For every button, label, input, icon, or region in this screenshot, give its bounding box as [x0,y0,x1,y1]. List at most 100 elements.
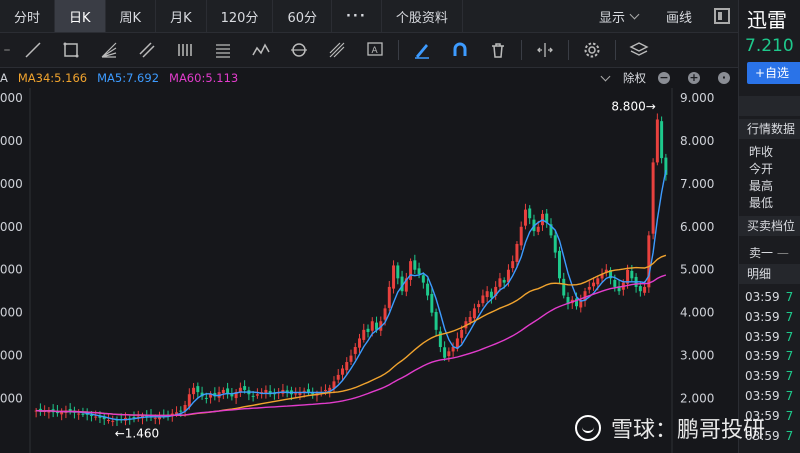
tick-price: 7 [785,290,794,304]
y-tick-label-left: .000 [0,263,23,277]
tab-intraday[interactable]: 分时 [0,0,56,32]
tick-price: 7 [785,329,794,344]
tick-price: 7 [785,369,794,384]
tick-row: 03:59 7 [745,369,793,383]
candle-body [643,286,647,293]
candle-body [498,278,502,287]
plus-icon[interactable]: + [688,72,700,84]
fib-tool-icon[interactable] [204,35,242,65]
tab-120min[interactable]: 120分 [207,0,274,32]
y-tick-label-left: .000 [0,177,23,191]
wave-tool-icon[interactable] [242,35,280,65]
magnet-icon[interactable] [441,35,479,65]
tab-weekly-k[interactable]: 周K [106,0,157,32]
candle-body [515,243,519,262]
y-tick-label-right: 6.000 [680,220,714,234]
candle-body [485,291,489,298]
draw-line-button[interactable]: 画线 [652,0,706,32]
cycle-tool-icon[interactable] [280,35,318,65]
candle-body [306,389,310,393]
tick-time: 03:59 [745,389,780,403]
candle-body [481,295,485,304]
quote-prev-close: 昨收 [749,145,774,159]
adjust-label[interactable]: 除权 [623,70,646,86]
quote-high: 最高 [749,179,774,193]
candle-body [94,416,98,418]
tick-price: 7 [785,309,794,324]
candle-body [294,393,298,395]
tick-time: 03:59 [745,329,780,344]
tab-company-info[interactable]: 个股资料 [382,0,463,32]
tick-time: 03:59 [745,309,780,324]
gear-icon[interactable] [573,35,611,65]
tick-price: 7 [785,428,794,443]
toolbar-divider [521,40,522,60]
split-icon[interactable] [526,35,564,65]
stock-sidebar: 迅雷 7.210 +自选 行情数据 昨收 今开 最高 最低 买卖档位 卖一 明细… [738,0,800,453]
candle-body [511,261,515,269]
gann-tool-icon[interactable] [318,35,356,65]
quote-header: 行情数据 [739,119,800,139]
candle-body [243,386,247,390]
toolbar-divider [568,40,569,60]
quote-open: 今开 [749,162,774,176]
candle-body [345,362,349,371]
parallel-tool-icon[interactable] [128,35,166,65]
candle-body [413,260,417,270]
window-toggle-icon[interactable] [714,8,730,24]
y-tick-label-left: .000 [0,220,23,234]
candle-body [430,294,434,313]
drawing-toolbar: A [0,33,738,68]
kline-chart[interactable]: 9.000 8.000 7.000 6.000 5.000 4.000 3.000 2.000… [0,88,738,453]
collapse-arrow-icon[interactable] [0,35,14,65]
tab-monthly-k[interactable]: 月K [156,0,207,32]
candle-body [111,420,115,422]
chevron-down-icon[interactable] [600,71,611,81]
candle-body [204,397,208,399]
rectangle-tool-icon[interactable] [52,35,90,65]
fan-tool-icon[interactable] [90,35,128,65]
trash-icon[interactable] [479,35,517,65]
candle-body [536,226,540,232]
tab-60min[interactable]: 60分 [273,0,332,32]
candle-body [387,286,391,308]
legend-prefix: A [0,71,8,85]
settings-icon[interactable]: · [718,72,730,84]
y-tick-label-right: 8.000 [680,134,714,148]
candle-body [660,121,664,159]
pen-icon[interactable] [403,35,441,65]
bars-tool-icon[interactable] [166,35,204,65]
text-tool-icon[interactable]: A [356,35,394,65]
line-tool-icon[interactable] [14,35,52,65]
watermark-text: 雪球：鹏哥投研 [611,418,766,443]
layers-icon[interactable] [620,35,658,65]
ma34-line [36,254,667,417]
candle-body [358,338,361,348]
candle-body [447,351,451,357]
candle-body [323,389,327,392]
add-watchlist-button[interactable]: +自选 [747,62,800,84]
y-tick-label-right: 9.000 [680,91,714,105]
minus-icon[interactable]: − [658,72,670,84]
tick-row: 03:59 7 [745,290,793,304]
candle-body [596,278,600,285]
candle-body [89,415,93,417]
toolbar-divider [615,40,616,60]
candle-body [502,280,506,283]
candle-body [647,235,651,288]
sidebar-section-bar [739,96,800,116]
candle-body [651,162,655,234]
y-tick-label-left: .000 [0,306,23,320]
candle-body [558,250,561,279]
tab-more[interactable]: ··· [332,0,382,32]
candle-body [221,389,225,394]
candle-body [655,119,659,163]
candle-body [523,209,527,226]
period-tabs: 分时 日K 周K 月K 120分 60分 ··· 个股资料 显示 画线 [0,0,738,33]
tab-daily-k[interactable]: 日K [55,0,106,32]
display-dropdown[interactable]: 显示 [585,0,652,32]
indicator-legend: A MA34:5.166 MA5:7.692 MA60:5.113 除权 − +… [0,68,738,88]
legend-ma34: MA34:5.166 [17,71,88,85]
candle-body [519,226,523,246]
y-tick-label-left: .000 [0,91,23,105]
